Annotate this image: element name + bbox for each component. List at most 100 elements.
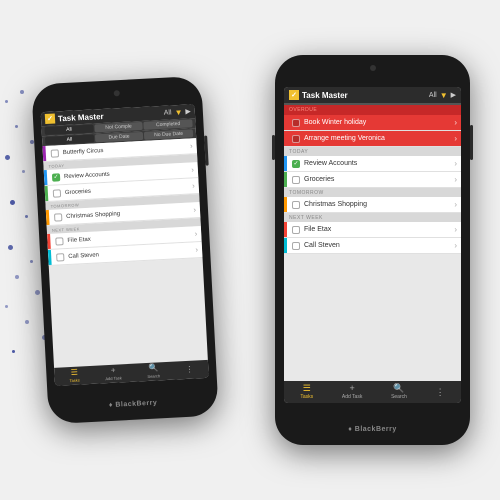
task-groceries-right[interactable]: Groceries › xyxy=(284,172,461,188)
check-file-left[interactable] xyxy=(55,237,63,245)
phone-left: ✓ Task Master All ▼ ▶ All Not Comple Com… xyxy=(31,76,219,424)
bb-logo-left: ♦ BlackBerry xyxy=(109,400,158,410)
check-review-left[interactable]: ✓ xyxy=(52,173,60,181)
right-app-title: ✓ Task Master xyxy=(289,90,348,100)
check-christmas-left[interactable] xyxy=(54,213,62,221)
right-header-controls: All ▼ ▶ xyxy=(429,91,456,100)
text-groceries-left: Groceries xyxy=(65,183,192,196)
toolbar-tasks-left[interactable]: ☰ Tasks xyxy=(69,369,80,384)
check-groceries-left[interactable] xyxy=(53,189,61,197)
text-bookwinter: Book Winter holiday xyxy=(304,119,454,126)
dot xyxy=(30,260,33,263)
text-file-left: File Etax xyxy=(67,231,194,244)
section-today-right: TODAY xyxy=(284,147,461,156)
chevron-christmas-left: › xyxy=(193,205,196,214)
task-color-bar xyxy=(42,146,46,161)
chevron-groceries-left: › xyxy=(192,181,195,190)
text-arrange: Arrange meeting Veronica xyxy=(304,135,454,142)
side-button-right-phone-r xyxy=(470,125,473,160)
side-button-right-phone-l xyxy=(272,135,275,160)
filter-icon-right: ▼ xyxy=(440,91,448,100)
color-groceries-left xyxy=(45,186,49,201)
task-text-butterfly: Butterfly Circus xyxy=(63,143,190,156)
toolbar-more-left[interactable]: ⋮ xyxy=(185,366,193,374)
tasks-icon-right: ☰ xyxy=(303,384,311,393)
chevron-arrange: › xyxy=(454,134,457,143)
text-callsteven-right: Call Steven xyxy=(304,242,454,249)
color-review-left xyxy=(44,170,48,185)
dot xyxy=(5,305,8,308)
right-screen: ✓ Task Master All ▼ ▶ OVERDUE Book Winte… xyxy=(284,87,461,403)
text-groceries-right: Groceries xyxy=(304,176,454,183)
check-review-right[interactable]: ✓ xyxy=(292,160,300,168)
section-overdue: OVERDUE xyxy=(284,105,461,115)
dot xyxy=(5,155,10,160)
camera-left xyxy=(114,90,120,96)
color-callsteven-right xyxy=(284,238,287,253)
chevron-file-right: › xyxy=(454,225,457,234)
color-callsteven-left xyxy=(48,250,52,265)
bb-logo-right: ♦ BlackBerry xyxy=(348,426,397,433)
left-header-controls: All ▼ ▶ xyxy=(164,107,192,117)
text-christmas-left: Christmas Shopping xyxy=(66,207,193,220)
text-christmas-right: Christmas Shopping xyxy=(304,201,454,208)
check-callsteven-left[interactable] xyxy=(56,253,64,261)
section-nextweek-right: NEXT WEEK xyxy=(284,213,461,222)
chevron-bookwinter: › xyxy=(454,118,457,127)
toolbar-addtask-left[interactable]: + Add Task xyxy=(105,366,122,381)
toolbar-tasks-right[interactable]: ☰ Tasks xyxy=(300,384,313,400)
task-callsteven-right[interactable]: Call Steven › xyxy=(284,238,461,254)
chevron-review-right: › xyxy=(454,159,457,168)
dot xyxy=(10,200,15,205)
chevron-christmas-right: › xyxy=(454,200,457,209)
addtask-icon-right: + xyxy=(349,384,354,393)
color-review-right xyxy=(284,156,287,171)
right-app-header: ✓ Task Master All ▼ ▶ xyxy=(284,87,461,103)
dot xyxy=(15,275,19,279)
dot xyxy=(35,290,40,295)
dot xyxy=(20,90,24,94)
check-christmas-right[interactable] xyxy=(292,201,300,209)
chevron-callsteven-right: › xyxy=(454,241,457,250)
right-bottom-toolbar: ☰ Tasks + Add Task 🔍 Search ⋮ xyxy=(284,381,461,403)
check-file-right[interactable] xyxy=(292,226,300,234)
more-icon-right: ⋮ xyxy=(436,388,445,397)
task-check-butterfly[interactable] xyxy=(51,149,59,157)
text-review-left: Review Accounts xyxy=(64,167,191,180)
addtask-icon-left: + xyxy=(111,367,116,375)
task-review-right[interactable]: ✓ Review Accounts › xyxy=(284,156,461,172)
toolbar-more-right[interactable]: ⋮ xyxy=(436,388,445,397)
dot xyxy=(25,320,29,324)
camera-right xyxy=(370,65,376,71)
check-bookwinter[interactable] xyxy=(292,119,300,127)
tasks-icon-left: ☰ xyxy=(71,369,79,377)
task-chevron-butterfly: › xyxy=(190,141,193,150)
task-file-right[interactable]: File Etax › xyxy=(284,222,461,238)
filter-icon-left: ▼ xyxy=(174,107,182,116)
task-arrange[interactable]: Arrange meeting Veronica › xyxy=(284,131,461,147)
left-title-icon: ✓ xyxy=(45,113,56,124)
dot xyxy=(22,170,25,173)
check-arrange[interactable] xyxy=(292,135,300,143)
right-title-icon: ✓ xyxy=(289,90,299,100)
color-christmas-left xyxy=(46,210,50,225)
color-groceries-right xyxy=(284,172,287,187)
side-button-left-phone xyxy=(204,136,209,166)
task-christmas-right[interactable]: Christmas Shopping › xyxy=(284,197,461,213)
search-icon-right: 🔍 xyxy=(393,384,404,393)
toolbar-addtask-right[interactable]: + Add Task xyxy=(342,384,362,400)
chevron-callsteven-left: › xyxy=(195,245,198,254)
phone-right: ✓ Task Master All ▼ ▶ OVERDUE Book Winte… xyxy=(275,55,470,445)
check-callsteven-right[interactable] xyxy=(292,242,300,250)
chevron-file-left: › xyxy=(194,229,197,238)
dot xyxy=(5,100,8,103)
task-bookwinter[interactable]: Book Winter holiday › xyxy=(284,115,461,131)
dot xyxy=(15,125,18,128)
color-christmas-right xyxy=(284,197,287,212)
toolbar-search-left[interactable]: 🔍 Search xyxy=(147,364,160,379)
toolbar-search-right[interactable]: 🔍 Search xyxy=(391,384,407,400)
left-bottom-toolbar: ☰ Tasks + Add Task 🔍 Search ⋮ xyxy=(54,360,209,386)
text-review-right: Review Accounts xyxy=(304,160,454,167)
text-file-right: File Etax xyxy=(304,226,454,233)
check-groceries-right[interactable] xyxy=(292,176,300,184)
